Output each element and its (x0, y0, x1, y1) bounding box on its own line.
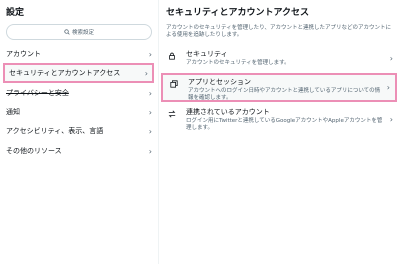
chevron-right-icon: › (144, 68, 148, 78)
chevron-right-icon: › (386, 83, 390, 92)
nav-item-resources[interactable]: その他のリソース › (0, 141, 158, 161)
chevron-right-icon: › (389, 115, 393, 125)
chevron-right-icon: › (148, 126, 152, 136)
nav-item-label: アクセシビリティ、表示、言語 (6, 127, 104, 135)
chevron-right-icon: › (148, 88, 152, 98)
nav-item-accessibility[interactable]: アクセシビリティ、表示、言語 › (0, 121, 158, 141)
nav-item-label: セキュリティとアカウントアクセス (9, 69, 121, 77)
option-security[interactable]: セキュリティ アカウントのセキュリティを管理します。 › (159, 49, 400, 67)
panel-title: セキュリティとアカウントアクセス (166, 8, 310, 18)
panel-description: アカウントのセキュリティを管理したり、アカウントと連携したアプリなどのアカウント… (166, 25, 391, 39)
nav-item-label: アカウント (6, 50, 41, 58)
swap-icon (166, 108, 178, 120)
option-label: 連携されているアカウント (186, 108, 270, 116)
chevron-right-icon: › (389, 53, 393, 63)
search-icon (64, 29, 70, 35)
chevron-right-icon: › (148, 49, 152, 59)
settings-sidebar: 設定 検索設定 アカウント › セキュリティとアカウントアクセス › プライバシ… (0, 0, 159, 264)
option-label: セキュリティ (186, 50, 228, 58)
chevron-right-icon: › (148, 107, 152, 117)
nav-item-label: プライバシーと安全 (6, 89, 69, 97)
nav-item-label: その他のリソース (6, 147, 62, 155)
settings-search[interactable]: 検索設定 (6, 24, 152, 40)
option-sub: アカウントへのログイン日時やアカウントと連携しているアプリについての情報を確認し… (188, 88, 381, 102)
nav-item-security-access[interactable]: セキュリティとアカウントアクセス › (3, 63, 154, 83)
chevron-right-icon: › (148, 146, 152, 156)
search-placeholder: 検索設定 (71, 30, 94, 36)
option-label: アプリとセッション (188, 78, 251, 86)
nav-item-label: 通知 (6, 108, 20, 116)
option-apps-sessions[interactable]: アプリとセッション アカウントへのログイン日時やアカウントと連携しているアプリに… (161, 73, 397, 102)
option-sub: ログイン用にTwitterと連携しているGoogleアカウントやAppleアカウ… (186, 118, 383, 132)
option-sub: アカウントのセキュリティを管理します。 (186, 60, 290, 66)
nav-item-privacy[interactable]: プライバシーと安全 › (0, 83, 158, 103)
option-connected-accounts[interactable]: 連携されているアカウント ログイン用にTwitterと連携しているGoogleア… (159, 107, 400, 132)
nav-item-notifications[interactable]: 通知 › (0, 102, 158, 122)
nav-item-account[interactable]: アカウント › (0, 44, 158, 64)
lock-icon (166, 50, 178, 62)
sessions-icon (168, 78, 180, 90)
settings-title: 設定 (6, 8, 25, 18)
